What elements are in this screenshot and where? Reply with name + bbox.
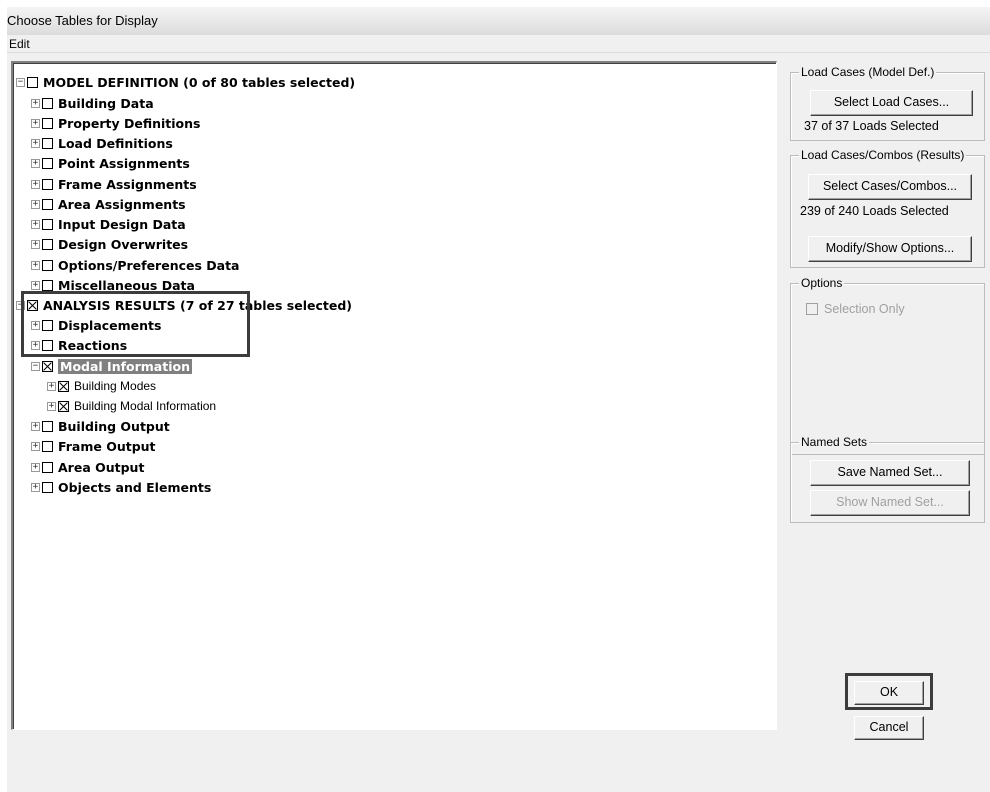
checkbox[interactable] <box>42 259 53 271</box>
expand-icon[interactable]: + <box>31 482 40 492</box>
group-title: Named Sets <box>799 435 870 449</box>
tree-label[interactable]: Building Data <box>58 96 154 111</box>
expand-icon[interactable]: + <box>31 158 40 168</box>
expand-icon[interactable]: + <box>47 401 56 411</box>
select-load-cases-button[interactable]: Select Load Cases... <box>810 90 973 116</box>
tree-node-building-data[interactable]: + Building Data <box>31 93 154 113</box>
cancel-button[interactable]: Cancel <box>854 716 924 740</box>
checkbox[interactable] <box>42 420 53 432</box>
checkbox[interactable] <box>42 198 53 210</box>
expand-icon[interactable]: + <box>31 280 40 290</box>
tree-node-area-assignments[interactable]: + Area Assignments <box>31 194 186 214</box>
tree-label-selected[interactable]: Modal Information <box>58 358 192 374</box>
select-cases-combos-button[interactable]: Select Cases/Combos... <box>808 174 972 200</box>
tree-node-building-output[interactable]: + Building Output <box>31 416 170 436</box>
tree-node-building-modes[interactable]: + Building Modes <box>47 376 156 396</box>
tree-node-point-assignments[interactable]: + Point Assignments <box>31 153 190 173</box>
checkbox[interactable] <box>42 97 53 109</box>
ok-button[interactable]: OK <box>854 681 924 705</box>
highlight-frame-modal-information <box>21 291 250 357</box>
group-title: Options <box>799 276 845 290</box>
tree-node-load-definitions[interactable]: + Load Definitions <box>31 133 173 153</box>
checkbox-modal-information[interactable] <box>42 360 53 372</box>
expand-icon[interactable]: + <box>31 118 40 128</box>
checkbox[interactable] <box>42 461 53 473</box>
checkbox[interactable] <box>42 440 53 452</box>
window-title: Choose Tables for Display <box>7 7 990 35</box>
checkbox[interactable] <box>42 279 53 291</box>
expand-icon[interactable]: + <box>31 179 40 189</box>
checkbox-building-modal-information[interactable] <box>58 400 69 412</box>
tree-node-objects-and-elements[interactable]: + Objects and Elements <box>31 477 211 497</box>
load-cases-status: 37 of 37 Loads Selected <box>804 119 939 133</box>
tree-label[interactable]: Area Output <box>58 460 144 475</box>
selection-only-label: Selection Only <box>824 302 905 316</box>
tree-label[interactable]: Building Modal Information <box>74 399 216 413</box>
expand-icon[interactable]: + <box>47 381 56 391</box>
show-named-set-button: Show Named Set... <box>810 490 970 516</box>
tree-label[interactable]: Building Modes <box>74 379 156 393</box>
checkbox[interactable] <box>42 238 53 250</box>
checkbox[interactable] <box>42 481 53 493</box>
collapse-icon[interactable]: − <box>16 77 25 87</box>
collapse-icon[interactable]: − <box>31 361 40 371</box>
checkbox[interactable] <box>42 178 53 190</box>
save-named-set-button[interactable]: Save Named Set... <box>810 460 970 486</box>
tree-label[interactable]: Objects and Elements <box>58 480 211 495</box>
checkbox[interactable] <box>42 218 53 230</box>
selection-only-checkbox: Selection Only <box>806 302 905 316</box>
checkbox[interactable] <box>42 157 53 169</box>
modify-show-options-button[interactable]: Modify/Show Options... <box>808 236 972 262</box>
checkbox[interactable] <box>42 117 53 129</box>
group-title: Load Cases/Combos (Results) <box>799 148 967 162</box>
tree-label[interactable]: Point Assignments <box>58 156 190 171</box>
tree-label[interactable]: Load Definitions <box>58 136 173 151</box>
tree-label[interactable]: Frame Output <box>58 439 156 454</box>
expand-icon[interactable]: + <box>31 98 40 108</box>
tree-label[interactable]: Options/Preferences Data <box>58 258 240 273</box>
tree-node-model-definition[interactable]: − MODEL DEFINITION (0 of 80 tables selec… <box>16 72 355 92</box>
tree-node-modal-information[interactable]: − Modal Information <box>31 356 192 376</box>
tree-label[interactable]: Property Definitions <box>58 116 200 131</box>
tree-label[interactable]: Input Design Data <box>58 217 186 232</box>
checkbox-model-definition[interactable] <box>27 76 38 88</box>
tree-node-building-modal-information[interactable]: + Building Modal Information <box>47 396 216 416</box>
expand-icon[interactable]: + <box>31 421 40 431</box>
expand-icon[interactable]: + <box>31 199 40 209</box>
expand-icon[interactable]: + <box>31 462 40 472</box>
checkbox-icon <box>806 303 818 315</box>
tree-node-options-preferences-data[interactable]: + Options/Preferences Data <box>31 255 240 275</box>
tree-label[interactable]: MODEL DEFINITION (0 of 80 tables selecte… <box>43 75 355 90</box>
tree-node-area-output[interactable]: + Area Output <box>31 457 144 477</box>
tree-node-input-design-data[interactable]: + Input Design Data <box>31 214 186 234</box>
tree-label[interactable]: Area Assignments <box>58 197 186 212</box>
group-title: Load Cases (Model Def.) <box>799 65 937 79</box>
checkbox[interactable] <box>42 137 53 149</box>
expand-icon[interactable]: + <box>31 138 40 148</box>
menu-bar: Edit <box>7 35 990 53</box>
checkbox-building-modes[interactable] <box>58 380 69 392</box>
menu-edit[interactable]: Edit <box>7 36 32 52</box>
tree-label[interactable]: Building Output <box>58 419 170 434</box>
tree-node-frame-output[interactable]: + Frame Output <box>31 436 156 456</box>
expand-icon[interactable]: + <box>31 441 40 451</box>
tree-label[interactable]: Frame Assignments <box>58 177 197 192</box>
tree-node-design-overwrites[interactable]: + Design Overwrites <box>31 234 188 254</box>
expand-icon[interactable]: + <box>31 239 40 249</box>
expand-icon[interactable]: + <box>31 260 40 270</box>
expand-icon[interactable]: + <box>31 219 40 229</box>
combos-status: 239 of 240 Loads Selected <box>800 204 949 218</box>
tree-node-property-definitions[interactable]: + Property Definitions <box>31 113 200 133</box>
tree-label[interactable]: Design Overwrites <box>58 237 188 252</box>
tree-node-frame-assignments[interactable]: + Frame Assignments <box>31 174 197 194</box>
